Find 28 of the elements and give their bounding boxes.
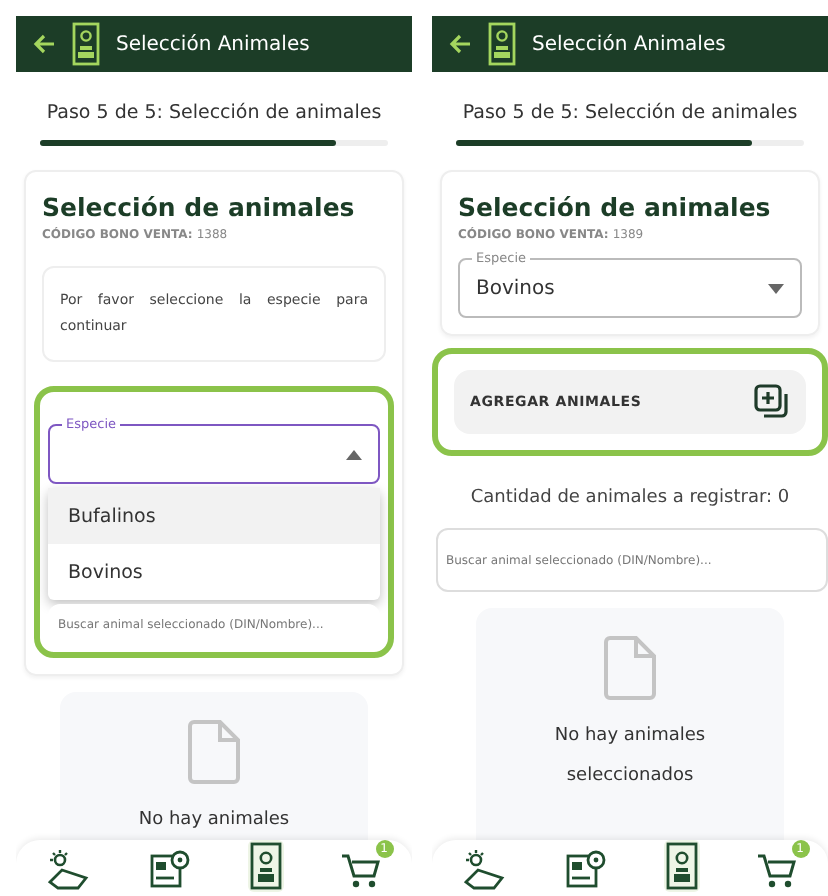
cart-icon[interactable] bbox=[755, 850, 799, 890]
cart-icon[interactable] bbox=[339, 850, 383, 890]
receipt-icon bbox=[72, 22, 100, 66]
document-icon bbox=[188, 720, 240, 784]
empty-state-text: No hay animales seleccionados bbox=[552, 724, 708, 790]
empty-state-text: No hay animales bbox=[136, 808, 292, 834]
dropdown-option[interactable]: Bufalinos bbox=[48, 488, 380, 544]
card-title: Selección de animales bbox=[42, 192, 357, 224]
back-arrow-icon[interactable] bbox=[32, 32, 56, 56]
card-title: Selección de animales bbox=[458, 192, 773, 224]
header-title: Selección Animales bbox=[532, 33, 726, 55]
animal-count: Cantidad de animales a registrar: 0 bbox=[468, 488, 792, 508]
dropdown-caret-icon[interactable] bbox=[768, 283, 784, 293]
add-copy-icon bbox=[754, 384, 790, 420]
dropdown-caret-icon[interactable] bbox=[346, 449, 362, 459]
map-pin-card-icon[interactable] bbox=[147, 850, 191, 890]
step-label: Paso 5 de 5: Selección de animales bbox=[460, 100, 800, 128]
sun-hand-icon[interactable] bbox=[461, 850, 505, 890]
sun-hand-icon[interactable] bbox=[45, 850, 89, 890]
receipt-icon bbox=[488, 22, 516, 66]
receipt-icon[interactable] bbox=[665, 842, 697, 890]
document-icon bbox=[604, 636, 656, 700]
header-title: Selección Animales bbox=[116, 33, 310, 55]
back-arrow-icon[interactable] bbox=[448, 32, 472, 56]
dropdown-option[interactable]: Bovinos bbox=[48, 544, 380, 600]
receipt-icon[interactable] bbox=[249, 842, 281, 890]
step-label: Paso 5 de 5: Selección de animales bbox=[44, 100, 384, 128]
map-pin-card-icon[interactable] bbox=[563, 850, 607, 890]
